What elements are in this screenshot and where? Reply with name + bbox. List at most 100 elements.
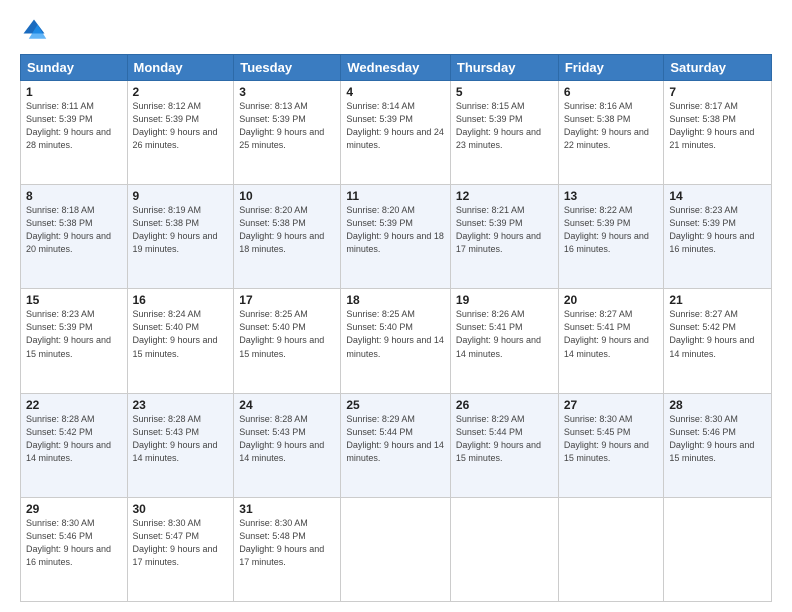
- day-cell: 4 Sunrise: 8:14 AMSunset: 5:39 PMDayligh…: [341, 81, 451, 185]
- day-info: Sunrise: 8:21 AMSunset: 5:39 PMDaylight:…: [456, 205, 541, 254]
- day-number: 20: [564, 293, 659, 307]
- day-info: Sunrise: 8:24 AMSunset: 5:40 PMDaylight:…: [133, 309, 218, 358]
- day-info: Sunrise: 8:13 AMSunset: 5:39 PMDaylight:…: [239, 101, 324, 150]
- day-info: Sunrise: 8:27 AMSunset: 5:41 PMDaylight:…: [564, 309, 649, 358]
- day-cell: 23 Sunrise: 8:28 AMSunset: 5:43 PMDaylig…: [127, 393, 234, 497]
- day-info: Sunrise: 8:26 AMSunset: 5:41 PMDaylight:…: [456, 309, 541, 358]
- day-info: Sunrise: 8:18 AMSunset: 5:38 PMDaylight:…: [26, 205, 111, 254]
- day-cell: 28 Sunrise: 8:30 AMSunset: 5:46 PMDaylig…: [664, 393, 772, 497]
- day-cell: [664, 497, 772, 601]
- day-cell: 1 Sunrise: 8:11 AMSunset: 5:39 PMDayligh…: [21, 81, 128, 185]
- day-info: Sunrise: 8:30 AMSunset: 5:47 PMDaylight:…: [133, 518, 218, 567]
- day-info: Sunrise: 8:29 AMSunset: 5:44 PMDaylight:…: [456, 414, 541, 463]
- day-cell: [341, 497, 451, 601]
- day-info: Sunrise: 8:30 AMSunset: 5:48 PMDaylight:…: [239, 518, 324, 567]
- day-info: Sunrise: 8:23 AMSunset: 5:39 PMDaylight:…: [26, 309, 111, 358]
- day-number: 8: [26, 189, 122, 203]
- day-number: 24: [239, 398, 335, 412]
- calendar-body: 1 Sunrise: 8:11 AMSunset: 5:39 PMDayligh…: [21, 81, 772, 602]
- week-row-3: 15 Sunrise: 8:23 AMSunset: 5:39 PMDaylig…: [21, 289, 772, 393]
- day-info: Sunrise: 8:25 AMSunset: 5:40 PMDaylight:…: [346, 309, 444, 358]
- day-header-saturday: Saturday: [664, 55, 772, 81]
- day-info: Sunrise: 8:11 AMSunset: 5:39 PMDaylight:…: [26, 101, 111, 150]
- day-info: Sunrise: 8:30 AMSunset: 5:45 PMDaylight:…: [564, 414, 649, 463]
- day-number: 29: [26, 502, 122, 516]
- day-number: 4: [346, 85, 445, 99]
- week-row-5: 29 Sunrise: 8:30 AMSunset: 5:46 PMDaylig…: [21, 497, 772, 601]
- day-info: Sunrise: 8:16 AMSunset: 5:38 PMDaylight:…: [564, 101, 649, 150]
- week-row-4: 22 Sunrise: 8:28 AMSunset: 5:42 PMDaylig…: [21, 393, 772, 497]
- day-number: 13: [564, 189, 659, 203]
- day-number: 23: [133, 398, 229, 412]
- day-cell: 17 Sunrise: 8:25 AMSunset: 5:40 PMDaylig…: [234, 289, 341, 393]
- day-cell: 2 Sunrise: 8:12 AMSunset: 5:39 PMDayligh…: [127, 81, 234, 185]
- day-cell: 25 Sunrise: 8:29 AMSunset: 5:44 PMDaylig…: [341, 393, 451, 497]
- day-number: 22: [26, 398, 122, 412]
- week-row-1: 1 Sunrise: 8:11 AMSunset: 5:39 PMDayligh…: [21, 81, 772, 185]
- day-header-monday: Monday: [127, 55, 234, 81]
- day-number: 12: [456, 189, 553, 203]
- day-number: 16: [133, 293, 229, 307]
- day-cell: 9 Sunrise: 8:19 AMSunset: 5:38 PMDayligh…: [127, 185, 234, 289]
- day-info: Sunrise: 8:20 AMSunset: 5:38 PMDaylight:…: [239, 205, 324, 254]
- day-info: Sunrise: 8:29 AMSunset: 5:44 PMDaylight:…: [346, 414, 444, 463]
- day-cell: 26 Sunrise: 8:29 AMSunset: 5:44 PMDaylig…: [450, 393, 558, 497]
- day-number: 11: [346, 189, 445, 203]
- day-info: Sunrise: 8:28 AMSunset: 5:43 PMDaylight:…: [133, 414, 218, 463]
- day-cell: 18 Sunrise: 8:25 AMSunset: 5:40 PMDaylig…: [341, 289, 451, 393]
- day-info: Sunrise: 8:12 AMSunset: 5:39 PMDaylight:…: [133, 101, 218, 150]
- day-number: 27: [564, 398, 659, 412]
- header: [20, 16, 772, 44]
- day-cell: 15 Sunrise: 8:23 AMSunset: 5:39 PMDaylig…: [21, 289, 128, 393]
- day-info: Sunrise: 8:20 AMSunset: 5:39 PMDaylight:…: [346, 205, 444, 254]
- day-cell: 3 Sunrise: 8:13 AMSunset: 5:39 PMDayligh…: [234, 81, 341, 185]
- logo: [20, 16, 52, 44]
- day-info: Sunrise: 8:23 AMSunset: 5:39 PMDaylight:…: [669, 205, 754, 254]
- day-cell: 7 Sunrise: 8:17 AMSunset: 5:38 PMDayligh…: [664, 81, 772, 185]
- day-cell: [450, 497, 558, 601]
- day-cell: 12 Sunrise: 8:21 AMSunset: 5:39 PMDaylig…: [450, 185, 558, 289]
- day-cell: 6 Sunrise: 8:16 AMSunset: 5:38 PMDayligh…: [558, 81, 664, 185]
- day-number: 15: [26, 293, 122, 307]
- day-header-friday: Friday: [558, 55, 664, 81]
- day-cell: 16 Sunrise: 8:24 AMSunset: 5:40 PMDaylig…: [127, 289, 234, 393]
- day-cell: 21 Sunrise: 8:27 AMSunset: 5:42 PMDaylig…: [664, 289, 772, 393]
- day-number: 19: [456, 293, 553, 307]
- day-cell: 24 Sunrise: 8:28 AMSunset: 5:43 PMDaylig…: [234, 393, 341, 497]
- day-info: Sunrise: 8:14 AMSunset: 5:39 PMDaylight:…: [346, 101, 444, 150]
- day-number: 17: [239, 293, 335, 307]
- day-number: 10: [239, 189, 335, 203]
- day-number: 30: [133, 502, 229, 516]
- day-number: 21: [669, 293, 766, 307]
- day-cell: 19 Sunrise: 8:26 AMSunset: 5:41 PMDaylig…: [450, 289, 558, 393]
- day-cell: 8 Sunrise: 8:18 AMSunset: 5:38 PMDayligh…: [21, 185, 128, 289]
- day-cell: 29 Sunrise: 8:30 AMSunset: 5:46 PMDaylig…: [21, 497, 128, 601]
- day-cell: 31 Sunrise: 8:30 AMSunset: 5:48 PMDaylig…: [234, 497, 341, 601]
- day-info: Sunrise: 8:17 AMSunset: 5:38 PMDaylight:…: [669, 101, 754, 150]
- day-number: 14: [669, 189, 766, 203]
- day-info: Sunrise: 8:19 AMSunset: 5:38 PMDaylight:…: [133, 205, 218, 254]
- day-number: 31: [239, 502, 335, 516]
- day-info: Sunrise: 8:28 AMSunset: 5:43 PMDaylight:…: [239, 414, 324, 463]
- week-row-2: 8 Sunrise: 8:18 AMSunset: 5:38 PMDayligh…: [21, 185, 772, 289]
- day-number: 3: [239, 85, 335, 99]
- day-number: 26: [456, 398, 553, 412]
- page: SundayMondayTuesdayWednesdayThursdayFrid…: [0, 0, 792, 612]
- day-info: Sunrise: 8:30 AMSunset: 5:46 PMDaylight:…: [26, 518, 111, 567]
- day-number: 7: [669, 85, 766, 99]
- day-cell: 30 Sunrise: 8:30 AMSunset: 5:47 PMDaylig…: [127, 497, 234, 601]
- day-cell: 13 Sunrise: 8:22 AMSunset: 5:39 PMDaylig…: [558, 185, 664, 289]
- day-number: 25: [346, 398, 445, 412]
- calendar-table: SundayMondayTuesdayWednesdayThursdayFrid…: [20, 54, 772, 602]
- day-info: Sunrise: 8:15 AMSunset: 5:39 PMDaylight:…: [456, 101, 541, 150]
- day-info: Sunrise: 8:27 AMSunset: 5:42 PMDaylight:…: [669, 309, 754, 358]
- day-cell: 5 Sunrise: 8:15 AMSunset: 5:39 PMDayligh…: [450, 81, 558, 185]
- day-info: Sunrise: 8:22 AMSunset: 5:39 PMDaylight:…: [564, 205, 649, 254]
- day-header-tuesday: Tuesday: [234, 55, 341, 81]
- day-number: 9: [133, 189, 229, 203]
- day-info: Sunrise: 8:30 AMSunset: 5:46 PMDaylight:…: [669, 414, 754, 463]
- day-cell: [558, 497, 664, 601]
- logo-icon: [20, 16, 48, 44]
- day-cell: 20 Sunrise: 8:27 AMSunset: 5:41 PMDaylig…: [558, 289, 664, 393]
- day-cell: 10 Sunrise: 8:20 AMSunset: 5:38 PMDaylig…: [234, 185, 341, 289]
